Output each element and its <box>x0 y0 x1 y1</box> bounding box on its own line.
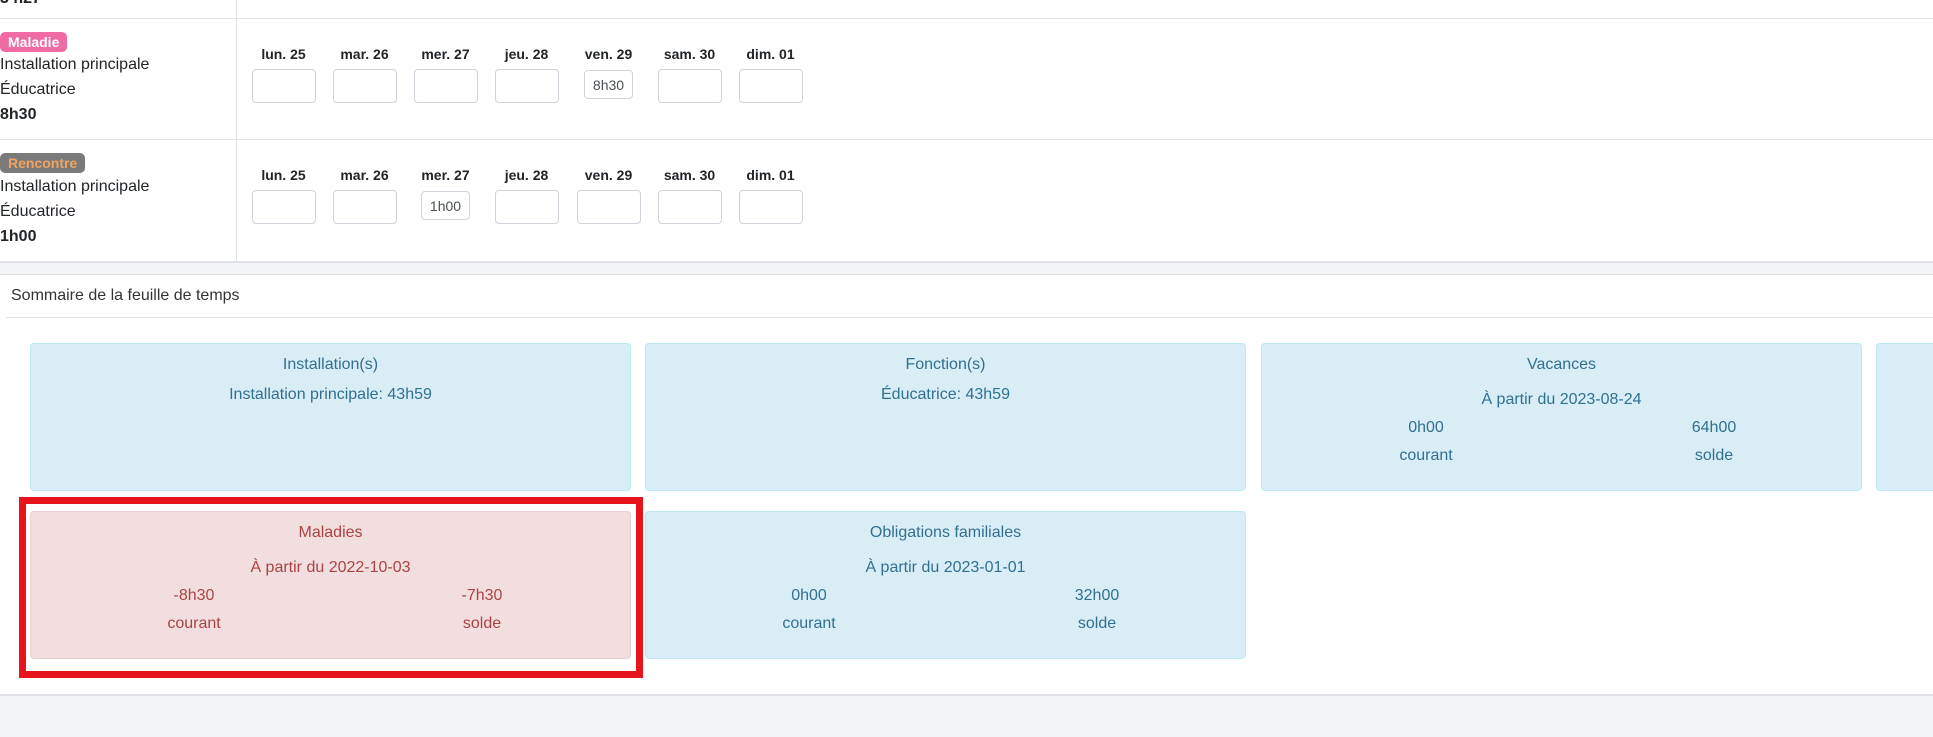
day-hours-input[interactable] <box>657 69 722 103</box>
entry-hours: 8h30 <box>0 106 37 123</box>
day-cell: dim. 01 <box>738 166 803 224</box>
entry-left-column-previous: 3 h27 <box>0 0 237 18</box>
entry-installation: Installation principale <box>0 56 150 73</box>
courant-label: courant <box>1399 447 1453 464</box>
vacances-card: Vacances À partir du 2023-08-24 0h00 64h… <box>1261 343 1862 491</box>
day-label: sam. 30 <box>663 167 716 183</box>
entry-hours-previous: 3 h27 <box>0 0 41 9</box>
day-label: mar. 26 <box>340 46 389 62</box>
entry-left-column: Maladie Installation principale Éducatri… <box>0 19 237 139</box>
entry-left-column: Rencontre Installation principale Éducat… <box>0 140 237 261</box>
day-label: mer. 27 <box>421 46 470 62</box>
day-hours-input[interactable] <box>584 70 633 99</box>
card-since: À partir du 2022-10-03 <box>250 559 411 576</box>
installations-card: Installation(s) Installation principale:… <box>30 343 631 491</box>
day-hours-input[interactable] <box>251 69 316 103</box>
fonctions-card: Fonction(s) Éducatrice: 43h59 <box>645 343 1246 491</box>
card-title: Obligations familiales <box>869 524 1022 541</box>
day-hours-input[interactable] <box>332 69 397 103</box>
day-cell: jeu. 28 <box>494 166 559 224</box>
card-line: Éducatrice: 43h59 <box>881 386 1010 403</box>
day-hours-input[interactable] <box>738 190 803 224</box>
day-cell: mer. 27 <box>413 166 478 220</box>
day-hours-input[interactable] <box>576 190 641 224</box>
type-badge-rencontre: Rencontre <box>0 153 86 173</box>
day-cell: sam. 30 <box>657 166 722 224</box>
day-cell: sam. 30 <box>657 45 722 103</box>
timesheet-entries-panel: 3 h27 Maladie Installation principale Éd… <box>0 0 1933 263</box>
card-title: Installation(s) <box>282 356 379 373</box>
summary-divider <box>6 317 1933 318</box>
entry-function: Éducatrice <box>0 203 76 220</box>
day-cell: ven. 29 <box>576 45 641 99</box>
solde-value: 32h00 <box>1074 587 1120 604</box>
day-cell: mer. 27 <box>413 45 478 103</box>
entry-installation: Installation principale <box>0 178 150 195</box>
day-cell: ven. 29 <box>576 166 641 224</box>
courant-value: 0h00 <box>791 587 827 604</box>
day-hours-input[interactable] <box>738 69 803 103</box>
obligations-familiales-card: Obligations familiales À partir du 2023-… <box>645 511 1246 659</box>
day-label: mar. 26 <box>340 167 389 183</box>
solde-label: solde <box>1694 447 1734 464</box>
maladies-card: Maladies À partir du 2022-10-03 -8h30 -7… <box>30 511 631 659</box>
solde-label: solde <box>1077 615 1117 632</box>
day-label: ven. 29 <box>584 167 633 183</box>
day-hours-input[interactable] <box>251 190 316 224</box>
row-divider <box>0 139 1933 140</box>
card-title: Vacances <box>1526 356 1597 373</box>
courant-label: courant <box>782 615 836 632</box>
row-divider <box>0 18 1933 19</box>
day-label: jeu. 28 <box>504 46 549 62</box>
day-hours-input[interactable] <box>421 191 470 220</box>
day-cell: mar. 26 <box>332 45 397 103</box>
day-label: dim. 01 <box>746 46 795 62</box>
timesheet-summary-panel: Sommaire de la feuille de temps Installa… <box>0 274 1933 696</box>
type-badge-maladie: Maladie <box>0 32 68 52</box>
day-label: lun. 25 <box>261 46 306 62</box>
day-hours-input[interactable] <box>494 69 559 103</box>
day-cell: lun. 25 <box>251 166 316 224</box>
day-cell: mar. 26 <box>332 166 397 224</box>
entry-hours: 1h00 <box>0 228 37 245</box>
partial-card <box>1876 343 1933 491</box>
day-hours-input[interactable] <box>413 69 478 103</box>
courant-label: courant <box>167 615 221 632</box>
day-label: sam. 30 <box>663 46 716 62</box>
summary-title: Sommaire de la feuille de temps <box>11 287 240 304</box>
day-cell: jeu. 28 <box>494 45 559 103</box>
courant-value: -8h30 <box>173 587 215 604</box>
solde-label: solde <box>462 615 502 632</box>
day-hours-input[interactable] <box>332 190 397 224</box>
card-title: Maladies <box>298 524 363 541</box>
card-title: Fonction(s) <box>905 356 986 373</box>
day-label: lun. 25 <box>261 167 306 183</box>
solde-value: 64h00 <box>1691 419 1737 436</box>
day-cell: dim. 01 <box>738 45 803 103</box>
day-cell: lun. 25 <box>251 45 316 103</box>
card-since: À partir du 2023-01-01 <box>865 559 1026 576</box>
day-label: jeu. 28 <box>504 167 549 183</box>
entry-function: Éducatrice <box>0 81 76 98</box>
card-since: À partir du 2023-08-24 <box>1481 391 1642 408</box>
day-hours-input[interactable] <box>494 190 559 224</box>
day-hours-input[interactable] <box>657 190 722 224</box>
day-label: mer. 27 <box>421 167 470 183</box>
day-label: dim. 01 <box>746 167 795 183</box>
day-label: ven. 29 <box>584 46 633 62</box>
card-line: Installation principale: 43h59 <box>229 386 432 403</box>
solde-value: -7h30 <box>461 587 503 604</box>
courant-value: 0h00 <box>1408 419 1444 436</box>
